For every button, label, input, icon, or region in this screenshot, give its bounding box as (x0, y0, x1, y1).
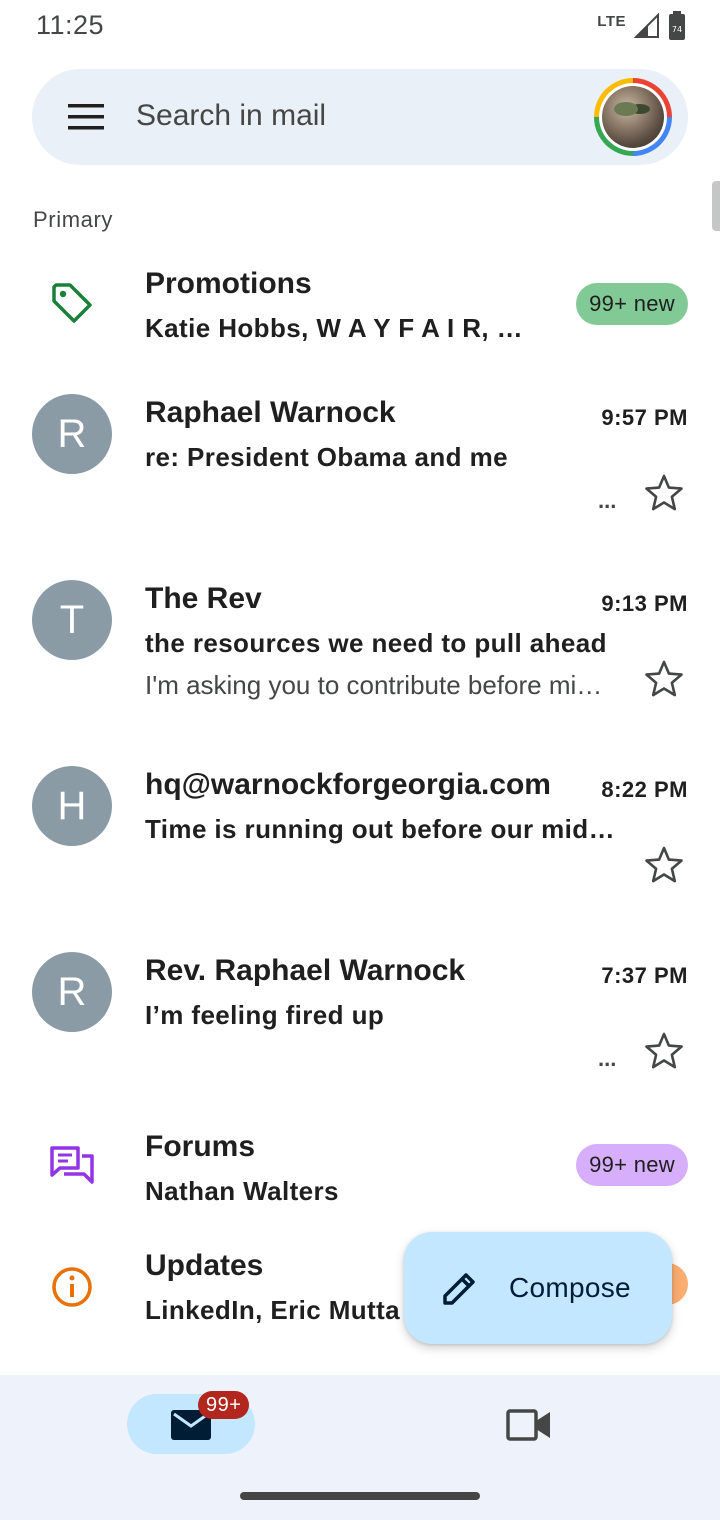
gmail-inbox-screen: 11:25 LTE 74 Search in mail Primary Prom… (0, 0, 720, 1520)
svg-text:74: 74 (672, 25, 682, 34)
scrollbar[interactable] (712, 181, 720, 231)
unread-count-badge: 99+ (198, 1391, 250, 1419)
compose-button[interactable]: Compose (404, 1232, 672, 1344)
email-subject: the resources we need to pull ahead (145, 628, 607, 658)
forum-icon (50, 1146, 94, 1184)
sender-avatar[interactable]: H (32, 766, 112, 846)
email-subject: re: President Obama and me (145, 442, 508, 472)
email-row[interactable]: R Raphael Warnock 9:57 PM re: President … (0, 380, 720, 550)
email-sender: Raphael Warnock (145, 396, 396, 429)
star-icon[interactable] (644, 1031, 684, 1071)
category-senders: Katie Hobbs, W A Y F A I R, Wayfair (145, 313, 540, 343)
avatar-photo (602, 86, 664, 148)
category-row-promotions[interactable]: Promotions Katie Hobbs, W A Y F A I R, W… (0, 255, 720, 365)
home-indicator[interactable] (240, 1492, 480, 1500)
email-time: 7:37 PM (601, 963, 688, 988)
status-bar: 11:25 LTE 74 (0, 0, 720, 56)
new-count-badge: 99+ new (576, 283, 688, 325)
pencil-icon (443, 1273, 475, 1305)
email-time: 9:13 PM (601, 591, 688, 616)
email-time: 9:57 PM (601, 405, 688, 430)
truncated-snippet: ... (598, 1046, 617, 1071)
email-row[interactable]: R Rev. Raphael Warnock 7:37 PM I’m feeli… (0, 938, 720, 1108)
email-sender: Rev. Raphael Warnock (145, 954, 466, 987)
star-icon[interactable] (644, 845, 684, 885)
tag-icon (52, 283, 92, 323)
star-icon[interactable] (644, 659, 684, 699)
status-icons: LTE 74 (597, 10, 686, 42)
sender-avatar[interactable]: R (32, 394, 112, 474)
category-title: Promotions (145, 267, 312, 300)
category-row-forums[interactable]: Forums Nathan Walters 99+ new (0, 1118, 720, 1228)
info-icon (52, 1267, 92, 1307)
email-subject: I’m feeling fired up (145, 1000, 385, 1030)
category-senders: Nathan Walters (145, 1176, 339, 1206)
sender-avatar[interactable]: T (32, 580, 112, 660)
section-label: Primary (33, 207, 113, 232)
menu-icon[interactable] (68, 103, 106, 131)
email-sender: The Rev (145, 582, 262, 615)
email-sender: hq@warnockforgeorgia.com (145, 768, 551, 801)
bottom-navigation: 99+ (0, 1375, 720, 1520)
network-type: LTE (597, 12, 626, 30)
compose-label: Compose (509, 1272, 631, 1303)
signal-icon (634, 13, 659, 38)
search-input[interactable]: Search in mail (136, 99, 326, 133)
email-subject: Time is running out before our midnight … (145, 814, 620, 844)
new-count-badge: 99+ new (576, 1144, 688, 1186)
search-bar[interactable]: Search in mail (32, 69, 688, 165)
sender-avatar[interactable]: R (32, 952, 112, 1032)
email-row[interactable]: H hq@warnockforgeorgia.com 8:22 PM Time … (0, 752, 720, 922)
category-title: Updates (145, 1249, 264, 1282)
status-time: 11:25 (36, 10, 105, 40)
battery-icon: 74 (669, 11, 685, 40)
email-row[interactable]: T The Rev 9:13 PM the resources we need … (0, 566, 720, 736)
video-icon[interactable] (506, 1407, 552, 1443)
email-snippet: I'm asking you to contribute before midn… (145, 670, 605, 700)
truncated-snippet: ... (598, 488, 617, 513)
star-icon[interactable] (644, 473, 684, 513)
category-title: Forums (145, 1130, 256, 1163)
account-avatar[interactable] (594, 78, 672, 156)
email-time: 8:22 PM (601, 777, 688, 802)
